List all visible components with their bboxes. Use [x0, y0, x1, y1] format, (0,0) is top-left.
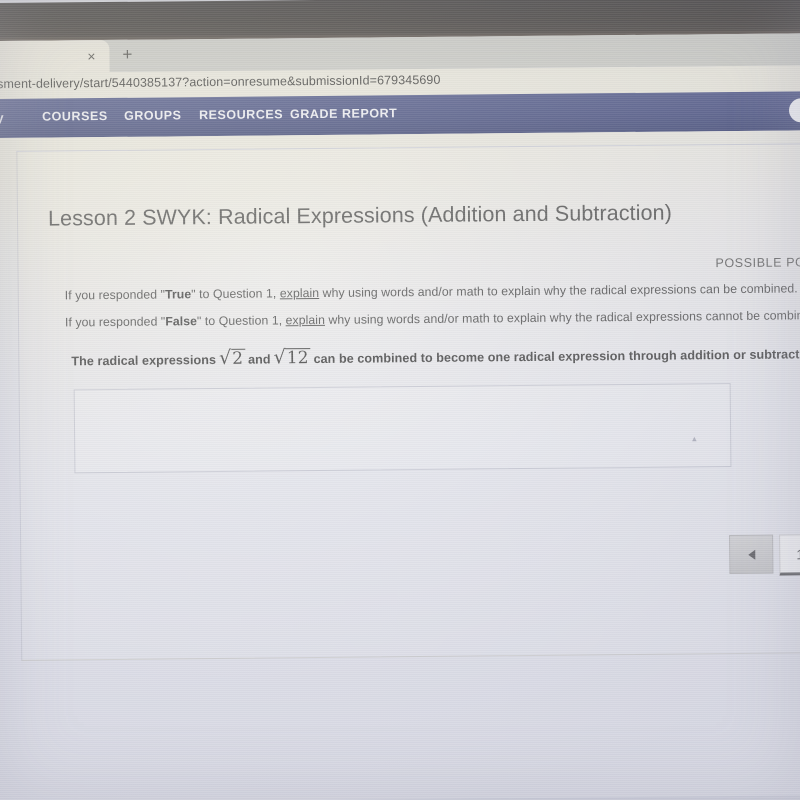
instruction-bold-true: True	[164, 287, 192, 302]
page-number-button-1[interactable]: 1	[779, 534, 800, 576]
instruction-underline-explain: explain	[285, 312, 326, 328]
nav-item-resources[interactable]: RESOURCES	[199, 107, 283, 122]
instruction-underline-explain: explain	[279, 285, 320, 301]
instruction-suffix: why using words and/or math to explain w…	[324, 308, 800, 327]
page-title: Lesson 2 SWYK: Radical Expressions (Addi…	[47, 200, 673, 231]
nav-item-courses[interactable]: COURSES	[42, 109, 108, 124]
radical-sign-icon: √	[218, 346, 232, 369]
instruction-prefix: If you responded "	[64, 314, 166, 330]
radical-expression-2: √ 12	[273, 346, 311, 369]
previous-page-button[interactable]	[729, 534, 774, 575]
radicand-2: 12	[285, 348, 311, 369]
question-statement: The radical expressions √ 2 and √ 12 can b…	[71, 344, 800, 371]
answer-textarea[interactable]: ▴	[73, 383, 732, 474]
nav-item-groups[interactable]: GROUPS	[124, 108, 182, 123]
possible-points-label: POSSIBLE PO	[715, 255, 800, 271]
radicand-1: 2	[231, 348, 246, 369]
avatar[interactable]	[788, 98, 800, 123]
resize-handle-icon[interactable]: ▴	[692, 433, 701, 443]
statement-conjunction: and	[248, 352, 271, 367]
laptop-screen: × + essment-delivery/start/5440385137?ac…	[0, 0, 800, 800]
instruction-suffix: why using words and/or math to explain w…	[319, 281, 798, 300]
pagination: 1	[729, 534, 800, 576]
page-background: Lesson 2 SWYK: Radical Expressions (Addi…	[0, 130, 800, 800]
statement-lead: The radical expressions	[71, 352, 217, 369]
instruction-line-true: If you responded "True" to Question 1, e…	[65, 281, 798, 302]
instruction-line-false: If you responded "False" to Question 1, …	[65, 308, 800, 329]
instruction-prefix: If you responded "	[64, 287, 166, 303]
radical-expression-1: √ 2	[218, 346, 246, 369]
instruction-bold-false: False	[165, 314, 198, 329]
instruction-mid: " to Question 1,	[191, 286, 280, 302]
chevron-left-icon	[747, 549, 755, 560]
assessment-card: Lesson 2 SWYK: Radical Expressions (Addi…	[16, 143, 800, 661]
radical-sign-icon: √	[273, 346, 286, 369]
nav-item-grade-report[interactable]: GRADE REPORT	[290, 106, 397, 121]
instruction-mid: " to Question 1,	[196, 313, 286, 329]
close-icon[interactable]: ×	[83, 48, 99, 64]
statement-tail: can be combined to become one radical ex…	[313, 347, 800, 366]
new-tab-icon[interactable]: +	[118, 45, 136, 64]
nav-brand-truncated[interactable]: gy	[0, 110, 4, 125]
photo-of-laptop-screen: × + essment-delivery/start/5440385137?ac…	[0, 0, 800, 800]
address-bar-url[interactable]: essment-delivery/start/5440385137?action…	[0, 73, 441, 91]
